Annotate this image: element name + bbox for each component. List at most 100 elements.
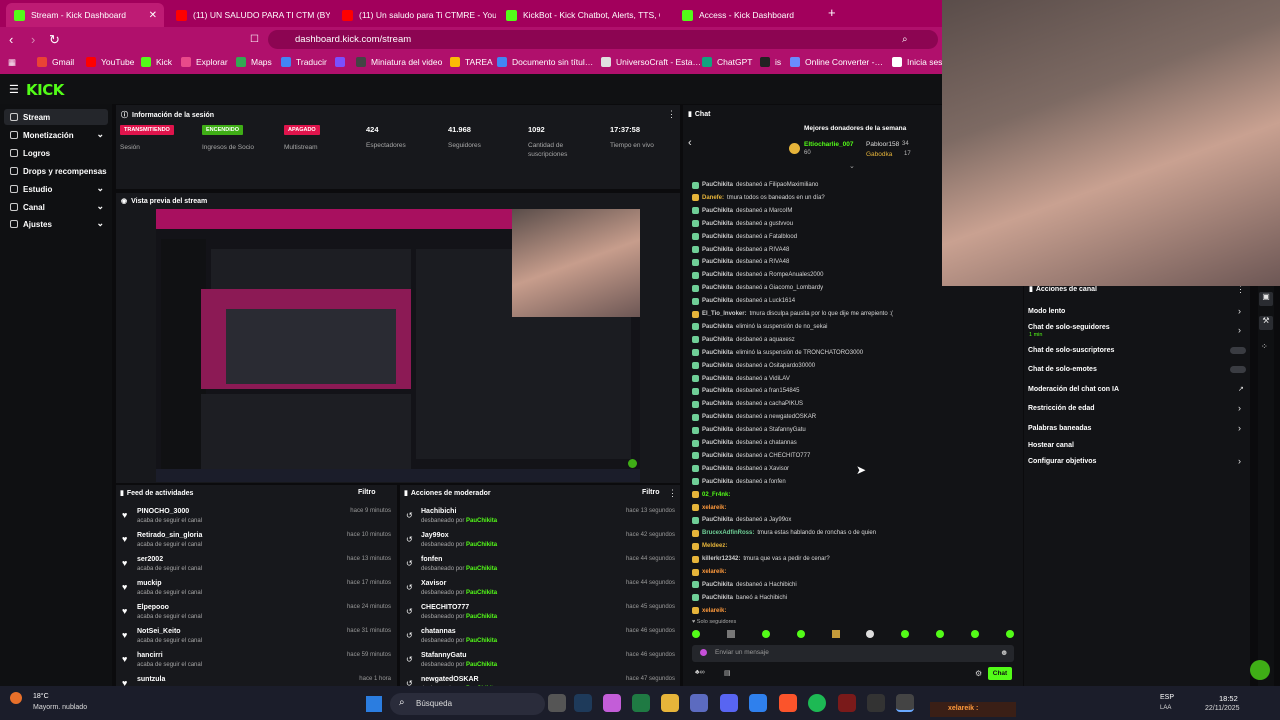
chat-username[interactable]: PauChikita	[702, 401, 733, 407]
action-banned-words[interactable]: Palabras baneadas	[1028, 425, 1091, 432]
weather-temp[interactable]: 18°C	[33, 693, 49, 700]
chat-username[interactable]: PauChikita	[702, 324, 733, 330]
mod-action-item[interactable]: ↺ fonfen desbaneado por PauChikita hace 44 …	[406, 556, 675, 580]
chat-message[interactable]: xelareik:	[692, 606, 729, 616]
activity-item[interactable]: ♥ Retirado_sin_gloria acaba de seguir el c…	[122, 532, 391, 556]
apps-icon[interactable]: ▦	[8, 57, 16, 68]
language-sub[interactable]: LAA	[1160, 705, 1171, 711]
activity-item[interactable]: ♥ PINOCHO_3000 acaba de seguir el canal hac…	[122, 508, 391, 532]
bookmark-traducir[interactable]: Traducir	[281, 57, 327, 67]
bookmark-inicia-sesion[interactable]: Inicia sesi	[892, 57, 944, 67]
chat-username[interactable]: PauChikita	[702, 337, 733, 343]
teams-icon[interactable]	[690, 694, 708, 712]
activity-item[interactable]: ♥ Elpepooo acaba de seguir el canal hace 24…	[122, 604, 391, 628]
chevron-left-icon[interactable]: ‹	[688, 137, 692, 149]
chat-username[interactable]: PauChikita	[702, 479, 733, 485]
chat-username[interactable]: El_Tio_Invoker:	[702, 311, 747, 317]
excel-icon[interactable]	[632, 694, 650, 712]
tab-kickbot[interactable]: KickBot - Kick Chatbot, Alerts, TTS, C…	[498, 3, 660, 27]
copilot-icon[interactable]	[603, 694, 621, 712]
chat-message[interactable]: PauChikita desbaneó a Xavisor	[692, 464, 789, 474]
tab-youtube-2[interactable]: (11) Un saludo para Ti CTMRE - YouT…	[334, 3, 496, 27]
gear-icon[interactable]: ⚙	[975, 669, 982, 678]
bookmark-chatgpt[interactable]: ChatGPT	[702, 57, 752, 67]
activity-item[interactable]: ♥ ser2002 acaba de seguir el canal hace 13 …	[122, 556, 391, 580]
emote-icon[interactable]	[866, 630, 875, 638]
chat-username[interactable]: killerkr12342:	[702, 556, 740, 562]
mod-action-item[interactable]: ↺ StafannyGatu desbaneado por PauChikita ha…	[406, 652, 675, 676]
chat-username[interactable]: 02_Fr4nk:	[702, 492, 730, 498]
chat-message[interactable]: PauChikita eliminó la suspensión de no_se…	[692, 322, 827, 332]
emote-icon[interactable]	[936, 630, 945, 638]
task-view-icon[interactable]	[548, 694, 566, 712]
chat-message[interactable]: PauChikita desbaneó a fran154845	[692, 386, 799, 396]
chat-message[interactable]: PauChikita desbaneó a newgatedOSKAR	[692, 412, 816, 422]
chat-message[interactable]: xelareik:	[692, 567, 729, 577]
wrench-icon[interactable]: ⚒	[1259, 316, 1273, 330]
new-tab-button[interactable]: +	[828, 5, 836, 20]
clock-time[interactable]: 18:52	[1219, 694, 1238, 703]
tab-youtube-1[interactable]: (11) UN SALUDO PARA TI CTM (BY P…	[168, 3, 330, 27]
chat-message[interactable]: xelareik:	[692, 503, 729, 513]
emote-icon[interactable]	[692, 630, 700, 638]
calendar-icon[interactable]: ▤	[724, 669, 731, 677]
chat-message[interactable]: PauChikita baneó a Hachibichi	[692, 593, 787, 603]
chat-input[interactable]: Enviar un mensaje ☻	[692, 645, 1014, 662]
bookmark-gmail[interactable]: Gmail	[37, 57, 74, 67]
chat-username[interactable]: PauChikita	[702, 259, 733, 265]
emote-icon[interactable]	[726, 630, 735, 638]
brave-icon[interactable]	[779, 694, 797, 712]
action-ai-moderation[interactable]: Moderación del chat con IA	[1028, 386, 1119, 393]
tab-stream[interactable]: Stream - Kick Dashboard ✕	[6, 3, 164, 27]
chat-message[interactable]: PauChikita desbaneó a Fatalblood	[692, 232, 797, 242]
chat-message[interactable]: PauChikita desbaneó a gustvvou	[692, 219, 793, 229]
chat-message[interactable]: PauChikita desbaneó a StafannyGatu	[692, 425, 806, 435]
external-link-icon[interactable]: ↗	[1238, 385, 1244, 393]
chat-message[interactable]: BrucexAdfinRoss: tmura estas hablando de …	[692, 528, 876, 538]
zoom-icon[interactable]: ⌕	[902, 34, 908, 45]
chat-username[interactable]: Danefe:	[702, 195, 724, 201]
taskbar-search[interactable]: ⌕ Búsqueda	[390, 693, 545, 715]
chevron-right-icon[interactable]: ›	[1238, 403, 1241, 413]
bookmark-unnamed[interactable]	[335, 57, 350, 67]
chat-message[interactable]: PauChikita desbaneó a Ositapardo30000	[692, 361, 815, 371]
bookmark-youtube[interactable]: YouTube	[86, 57, 134, 67]
chat-message[interactable]: killerkr12342: tmura que vas a pedir de c…	[692, 554, 830, 564]
chat-username[interactable]: xelareik:	[702, 569, 726, 575]
chat-message[interactable]: PauChikita desbaneó a RompeAnuales2000	[692, 270, 823, 280]
chat-username[interactable]: PauChikita	[702, 414, 733, 420]
store-icon[interactable]	[749, 694, 767, 712]
emote-icon[interactable]	[901, 630, 910, 638]
activity-filter-button[interactable]: Filtro	[358, 489, 376, 496]
sidebar-item-monetizacion[interactable]: Monetización ⌄	[4, 127, 108, 143]
more-options-icon[interactable]: ⋮	[668, 488, 677, 499]
activity-item[interactable]: ♥ NotSei_Keito acaba de seguir el canal hac…	[122, 628, 391, 652]
support-chat-icon[interactable]	[1250, 660, 1270, 680]
kick-logo[interactable]: KICK	[26, 81, 64, 99]
bookmark-kick[interactable]: Kick	[141, 57, 172, 67]
chat-message[interactable]: PauChikita desbaneó a FilipaoMaximiliano	[692, 180, 818, 190]
chat-username[interactable]: PauChikita	[702, 247, 733, 253]
chat-message[interactable]: PauChikita desbaneó a aquaxesz	[692, 335, 795, 345]
chat-message[interactable]: PauChikita desbaneó a fonfen	[692, 477, 786, 487]
chat-username[interactable]: BrucexAdfinRoss:	[702, 530, 754, 536]
bookmark-documento[interactable]: Documento sin títul…	[497, 57, 593, 67]
chat-username[interactable]: xelareik:	[702, 608, 726, 614]
more-options-icon[interactable]: ⋮	[667, 109, 676, 120]
chevron-right-icon[interactable]: ›	[1238, 325, 1241, 335]
chat-message[interactable]: PauChikita desbaneó a cachaPIKUS	[692, 399, 803, 409]
chat-username[interactable]: PauChikita	[702, 285, 733, 291]
chat-message[interactable]: El_Tio_Invoker: tmura disculpa pausita po…	[692, 309, 893, 319]
chat-username[interactable]: PauChikita	[702, 453, 733, 459]
chat-username[interactable]: Meldeez:	[702, 543, 727, 549]
action-configure-goals[interactable]: Configurar objetivos	[1028, 458, 1096, 465]
clock-date[interactable]: 22/11/2025	[1205, 705, 1240, 712]
file-explorer-icon[interactable]	[661, 694, 679, 712]
bookmark-maps[interactable]: Maps	[236, 57, 272, 67]
bookmark-online-converter[interactable]: Online Converter -…	[790, 57, 883, 67]
sidebar-item-ajustes[interactable]: Ajustes ⌄	[4, 216, 108, 232]
chevron-right-icon[interactable]: ›	[1238, 456, 1241, 466]
back-icon[interactable]: ‹	[9, 32, 13, 47]
menu-icon[interactable]: ☰	[9, 83, 19, 96]
bookmark-is[interactable]: is	[760, 57, 781, 67]
